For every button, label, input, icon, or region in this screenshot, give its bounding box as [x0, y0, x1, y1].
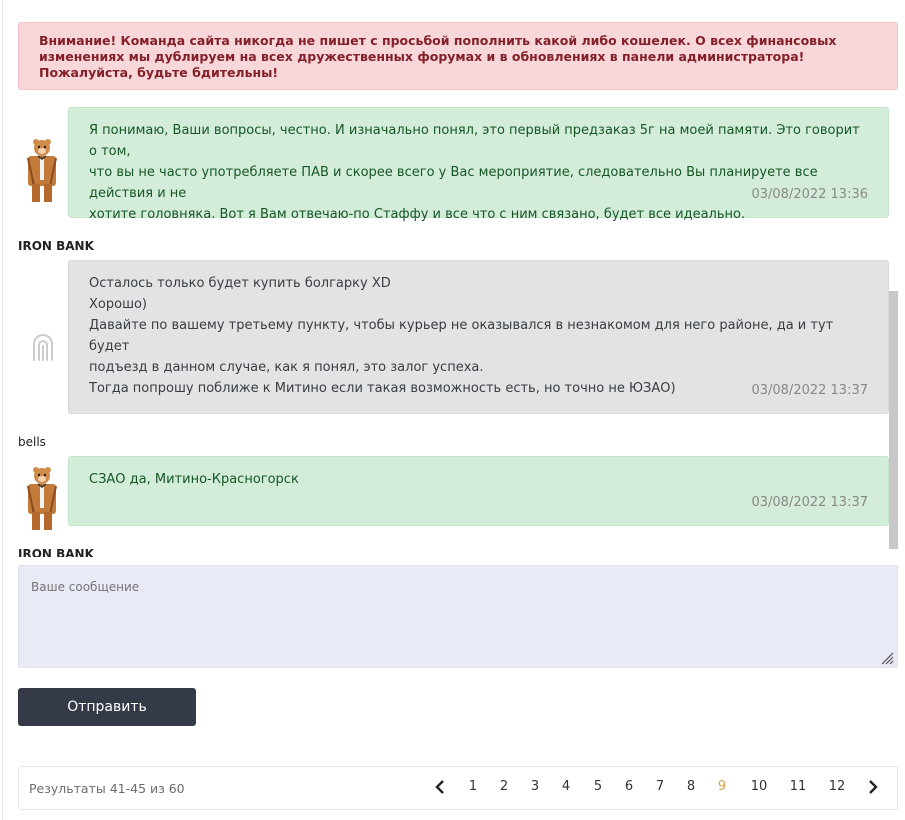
message-timestamp: 03/08/2022 13:37: [751, 383, 868, 398]
message-author: IRON BANK: [18, 239, 94, 253]
message-line: хотите головняка. Вот я Вам отвечаю-по С…: [89, 207, 746, 222]
page-link[interactable]: 6: [624, 779, 634, 794]
message-author: bells: [18, 435, 46, 449]
page-link[interactable]: 1: [468, 779, 478, 794]
bear-in-suit-avatar: [24, 466, 60, 532]
page-link[interactable]: 4: [561, 779, 571, 794]
page-list: 1 2 3 4 5 6 7 8 9 10 11 12: [19, 767, 899, 811]
message-line: Хорошо): [89, 297, 147, 312]
page-link[interactable]: 2: [499, 779, 509, 794]
page-link[interactable]: 12: [827, 779, 847, 794]
page-link[interactable]: 8: [686, 779, 696, 794]
bear-in-suit-avatar: [24, 138, 60, 204]
page-link-current[interactable]: 9: [717, 779, 727, 794]
message-bubble: СЗАО да, Митино-Красногорск 03/08/2022 1…: [68, 456, 889, 526]
message-line: подъезд в данном случае, как я понял, эт…: [89, 360, 484, 375]
message-line: Я понимаю, Ваши вопросы, честно. И изнач…: [89, 123, 860, 159]
chevron-right-icon[interactable]: [865, 779, 879, 795]
message-line: Давайте по вашему третьему пункту, чтобы…: [89, 318, 834, 354]
chat-scrollbar-thumb[interactable]: [889, 291, 898, 549]
message-line: Осталось только будет купить болгарку XD: [89, 276, 391, 291]
message-timestamp: 03/08/2022 13:37: [751, 495, 868, 510]
chat-history[interactable]: Я понимаю, Ваши вопросы, честно. И изнач…: [0, 92, 905, 557]
warning-alert: Внимание! Команда сайта никогда не пишет…: [18, 22, 898, 90]
pagination: Результаты 41-45 из 60 1 2 3 4 5 6 7 8 9…: [18, 766, 898, 810]
page-link[interactable]: 11: [788, 779, 808, 794]
send-button[interactable]: Отправить: [18, 688, 196, 726]
message-input[interactable]: [18, 565, 898, 668]
message-timestamp: 03/08/2022 13:36: [751, 187, 868, 202]
message-author: IRON BANK: [18, 547, 94, 557]
page-link[interactable]: 3: [530, 779, 540, 794]
page-link[interactable]: 7: [655, 779, 665, 794]
message-bubble: Я понимаю, Ваши вопросы, честно. И изнач…: [68, 107, 889, 222]
message-line: СЗАО да, Митино-Красногорск: [89, 472, 299, 487]
resize-grip-icon[interactable]: [880, 650, 894, 669]
chevron-left-icon[interactable]: [434, 779, 448, 795]
page-link[interactable]: 5: [593, 779, 603, 794]
message-bubble: Осталось только будет купить болгарку XD…: [68, 260, 889, 414]
page-link[interactable]: 10: [749, 779, 769, 794]
fingerprint-avatar: [30, 330, 56, 364]
